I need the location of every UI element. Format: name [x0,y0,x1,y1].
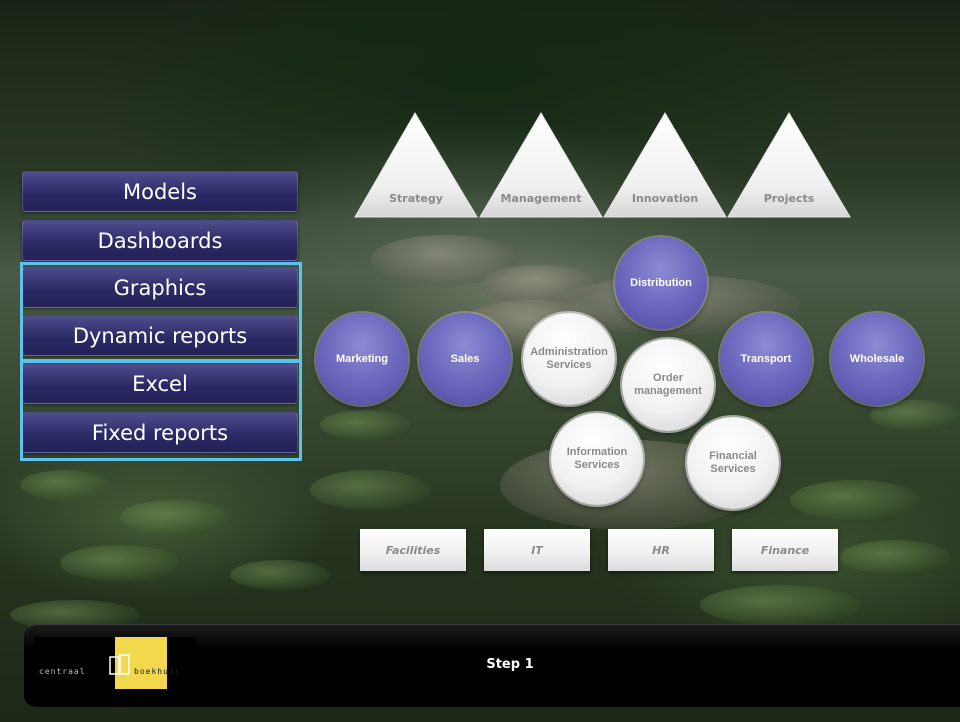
marketing-bubble[interactable]: Marketing [316,313,408,405]
step-indicator: Step 1 [486,657,534,672]
pillar-label: Strategy [389,192,443,205]
administration-services-bubble[interactable]: Administration Services [523,313,615,405]
information-services-bubble[interactable]: Information Services [551,413,643,505]
logo-text-left: centraal [39,667,86,676]
wholesale-bubble[interactable]: Wholesale [831,313,923,405]
order-management-bubble[interactable]: Order management [622,339,714,431]
pillar-projects[interactable]: Projects [727,112,851,218]
logo-text-right: boekhuis [134,667,181,676]
distribution-bubble[interactable]: Distribution [615,237,707,329]
pillar-label: Management [501,192,582,205]
facilities-box[interactable]: Facilities [360,529,466,571]
book-icon [109,654,130,675]
hr-box[interactable]: HR [608,529,714,571]
pillar-management[interactable]: Management [479,112,603,218]
sales-bubble[interactable]: Sales [419,313,511,405]
transport-bubble[interactable]: Transport [720,313,812,405]
finance-box[interactable]: Finance [732,529,838,571]
pillar-label: Innovation [632,192,698,205]
pillar-strategy[interactable]: Strategy [354,112,478,218]
financial-services-bubble[interactable]: Financial Services [687,417,779,509]
pillar-label: Projects [764,192,815,205]
pillar-innovation[interactable]: Innovation [603,112,727,218]
company-logo: centraal boekhuis [34,637,196,689]
it-box[interactable]: IT [484,529,590,571]
